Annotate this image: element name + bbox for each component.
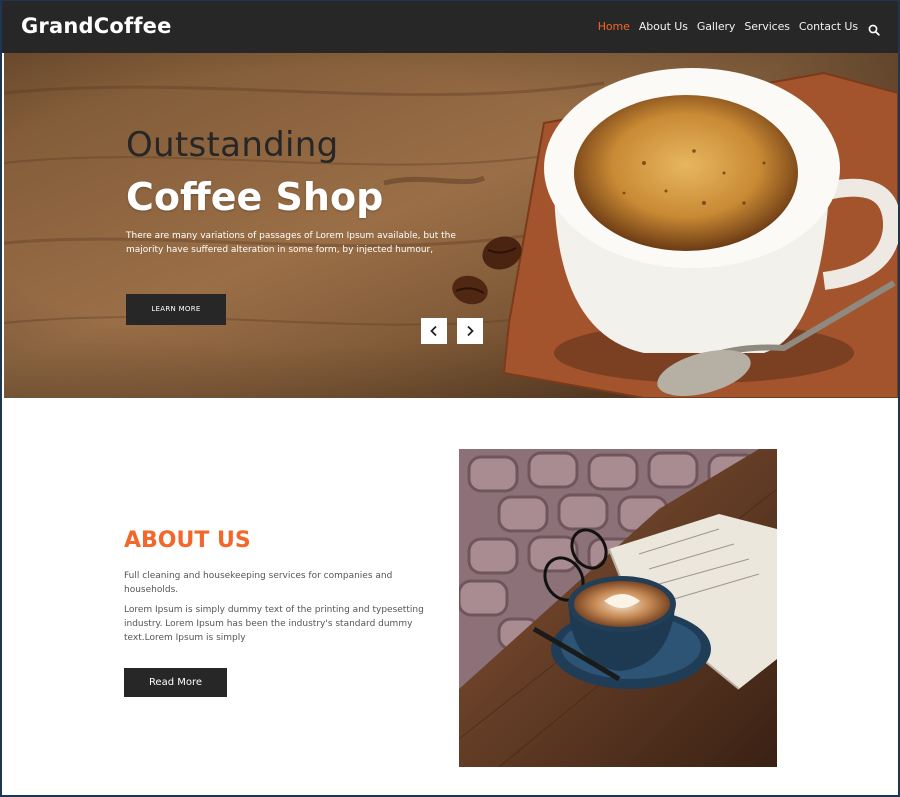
slider-next-button[interactable] bbox=[457, 318, 483, 344]
hero-description: There are many variations of passages of… bbox=[126, 231, 456, 255]
page-frame: GrandCoffee Home About Us Gallery Servic… bbox=[0, 0, 900, 797]
hero-banner: Outstanding Coffee Shop There are many v… bbox=[4, 53, 898, 398]
chevron-right-icon bbox=[465, 322, 475, 341]
nav-services[interactable]: Services bbox=[744, 20, 790, 33]
hero-text-block: Outstanding Coffee Shop There are many v… bbox=[126, 125, 486, 257]
main-nav: Home About Us Gallery Services Contact U… bbox=[598, 20, 880, 36]
nav-home[interactable]: Home bbox=[598, 20, 630, 33]
slider-prev-button[interactable] bbox=[421, 318, 447, 344]
hero-title: Coffee Shop bbox=[126, 175, 384, 219]
nav-gallery[interactable]: Gallery bbox=[697, 20, 736, 33]
read-more-button[interactable]: Read More bbox=[124, 668, 227, 697]
nav-about-us[interactable]: About Us bbox=[639, 20, 688, 33]
about-paragraph-2: Lorem Ipsum is simply dummy text of the … bbox=[124, 605, 424, 643]
brand-logo[interactable]: GrandCoffee bbox=[21, 14, 172, 38]
about-latte-image bbox=[459, 449, 777, 767]
search-icon[interactable] bbox=[868, 21, 880, 36]
chevron-left-icon bbox=[429, 322, 439, 341]
hero-subtitle: Outstanding bbox=[126, 125, 339, 165]
top-navbar: GrandCoffee Home About Us Gallery Servic… bbox=[2, 1, 898, 53]
learn-more-button[interactable]: LEARN MORE bbox=[126, 294, 226, 325]
about-title: ABOUT US bbox=[124, 528, 251, 553]
nav-contact-us[interactable]: Contact Us bbox=[799, 20, 858, 33]
about-paragraph-1: Full cleaning and housekeeping services … bbox=[124, 571, 393, 595]
